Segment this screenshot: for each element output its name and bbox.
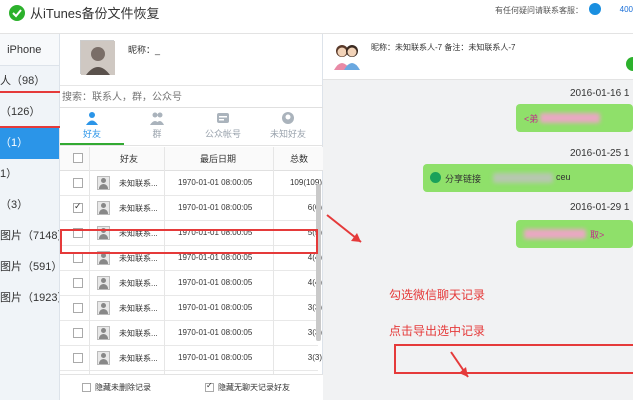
cell-last-date: 1970-01-01 08:00:05 xyxy=(178,178,253,187)
table-row[interactable]: 未知联系...1970-01-01 08:00:056(6) xyxy=(60,196,322,221)
table-row[interactable]: 未知联系... 1970-01-01 08:00:05 3(3) xyxy=(60,346,322,371)
row-checkbox[interactable] xyxy=(73,178,83,188)
row-checkbox[interactable] xyxy=(73,328,83,338)
cell-friend-name: 未知联系... xyxy=(119,304,158,313)
profile-header: 昵称：_ xyxy=(60,34,323,86)
contact-avatar-icon xyxy=(334,45,360,70)
nickname-label: 昵称：_ xyxy=(128,45,161,55)
cell-friend-name: 未知联系... xyxy=(119,204,158,213)
column-header-last-date[interactable]: 最后日期 xyxy=(200,152,236,165)
tab-groups[interactable]: 群 xyxy=(127,110,187,144)
tab-label: 好友 xyxy=(82,129,101,139)
table-header: 好友 最后日期 总数 xyxy=(60,147,323,171)
column-divider xyxy=(89,147,90,377)
arrow-icon xyxy=(326,214,362,243)
sidebar-item-label: 1） xyxy=(0,168,18,180)
tab-friends[interactable]: 好友 xyxy=(62,110,122,144)
unknown-friend-icon xyxy=(282,112,294,124)
sidebar-item-label: 图片（1923） xyxy=(0,292,59,304)
column-header-count[interactable]: 总数 xyxy=(290,152,308,165)
cell-last-date: 1970-01-01 08:00:05 xyxy=(178,253,253,262)
sidebar-item-label: 图片（7148） xyxy=(0,230,59,242)
cell-friend-name: 未知联系... xyxy=(119,329,158,338)
friend-list-panel: 昵称：_ 好友 群 公众帐号 未知好友 好友 最后日期 总数 未知联系... 19… xyxy=(60,34,323,400)
help-text: 有任何疑问请联系客服： xyxy=(495,6,583,15)
table-footer: 隐藏未删除记录 隐藏无聊天记录好友 xyxy=(60,374,323,400)
search-bar xyxy=(60,86,323,108)
sidebar-device-header[interactable]: iPhone xyxy=(0,34,59,66)
row-checkbox[interactable] xyxy=(73,353,83,363)
device-name: iPhone xyxy=(7,44,42,56)
tab-label: 公众帐号 xyxy=(204,129,241,139)
sidebar-item-5[interactable]: （3） xyxy=(0,190,59,221)
sidebar-item-wechat[interactable]: （1） xyxy=(0,128,59,159)
tab-bar: 好友 群 公众帐号 未知好友 xyxy=(60,108,323,146)
table-row[interactable]: 未知联系... 1970-01-01 08:00:05 3(3) xyxy=(60,296,322,321)
row-checkbox[interactable] xyxy=(73,303,83,313)
hide-deleted-label: 隐藏未删除记录 xyxy=(95,383,151,392)
export-status-icon[interactable] xyxy=(626,57,633,71)
row-checkbox[interactable] xyxy=(73,253,83,263)
cell-last-date: 1970-01-01 08:00:05 xyxy=(178,353,253,362)
column-divider xyxy=(164,147,165,377)
app-title: 从iTunes备份文件恢复 xyxy=(30,6,160,21)
table-row[interactable]: 未知联系... 1970-01-01 08:00:05 3(3) xyxy=(60,321,322,346)
sidebar-item-label: （1） xyxy=(0,137,29,149)
sidebar-item-4[interactable]: 1） xyxy=(0,159,59,190)
selected-row-highlight-box xyxy=(60,229,318,254)
chat-contact-info: 昵称：未知联系人-7 备注：未知联系人-7 xyxy=(371,43,516,52)
apple-icon xyxy=(3,52,4,53)
title-bar: 从iTunes备份文件恢复 有任何疑问请联系客服： 400 xyxy=(0,0,633,34)
cell-friend-name: 未知联系... xyxy=(119,254,158,263)
avatar xyxy=(80,40,115,75)
contact-avatar-icon xyxy=(97,276,110,290)
column-header-friend[interactable]: 好友 xyxy=(120,152,138,165)
official-account-icon xyxy=(217,113,229,123)
select-all-checkbox[interactable] xyxy=(73,153,83,163)
contact-avatar-icon xyxy=(97,301,110,315)
qq-icon[interactable] xyxy=(589,3,601,15)
contact-avatar-icon xyxy=(97,176,110,190)
cell-friend-name: 未知联系... xyxy=(119,354,158,363)
cell-friend-name: 未知联系... xyxy=(119,279,158,288)
tab-label: 群 xyxy=(152,129,162,139)
row-checkbox[interactable] xyxy=(73,278,83,288)
column-divider xyxy=(273,147,274,377)
sidebar-item-photos-2[interactable]: 图片（591） xyxy=(0,252,60,283)
table-row[interactable]: 未知联系... 1970-01-01 08:00:05 109(109) xyxy=(60,171,322,196)
sidebar-item-label: （3） xyxy=(0,199,29,211)
export-button-highlight-box xyxy=(394,344,633,374)
hide-no-chat-checkbox[interactable] xyxy=(205,381,214,392)
app-logo-icon xyxy=(9,5,25,21)
tab-official-accounts[interactable]: 公众帐号 xyxy=(193,110,253,144)
contact-avatar-icon xyxy=(97,326,110,340)
cell-count: 3(3) xyxy=(307,353,322,362)
cell-last-date: 1970-01-01 08:00:05 xyxy=(178,328,253,337)
cell-last-date: 1970-01-01 08:00:05 xyxy=(178,278,253,287)
cell-last-date: 1970-01-01 08:00:05 xyxy=(178,303,253,312)
group-icon xyxy=(150,112,164,125)
sidebar-item-label: 人（98） xyxy=(0,75,46,87)
qq-number[interactable]: 400 xyxy=(620,5,633,14)
chat-header: 昵称：未知联系人-7 备注：未知联系人-7 xyxy=(323,34,633,80)
table-row[interactable]: 未知联系... 1970-01-01 08:00:05 4(4) xyxy=(60,271,322,296)
sidebar: iPhone 人（98） （126） （1） 1） （3） 图片（7148） 图… xyxy=(0,34,60,400)
hide-no-chat-label: 隐藏无聊天记录好友 xyxy=(218,383,290,392)
cell-friend-name: 未知联系... xyxy=(119,179,158,188)
sidebar-item-label: 图片（591） xyxy=(0,261,60,273)
tab-unknown-friends[interactable]: 未知好友 xyxy=(258,110,318,144)
contact-avatar-icon xyxy=(97,351,110,365)
active-tab-indicator xyxy=(60,143,124,145)
person-icon xyxy=(86,112,98,125)
row-checkbox[interactable] xyxy=(73,201,83,213)
table-scrollbar[interactable] xyxy=(316,184,321,341)
tab-label: 未知好友 xyxy=(269,129,306,139)
cell-last-date: 1970-01-01 08:00:05 xyxy=(178,203,253,212)
search-input[interactable] xyxy=(62,89,317,105)
sidebar-item-photos-3[interactable]: 图片（1923） xyxy=(0,283,59,314)
contact-avatar-icon xyxy=(97,201,110,215)
sidebar-item-photos-1[interactable]: 图片（7148） xyxy=(0,221,59,252)
hide-deleted-checkbox[interactable] xyxy=(82,383,91,392)
sidebar-highlight-box xyxy=(0,91,64,128)
